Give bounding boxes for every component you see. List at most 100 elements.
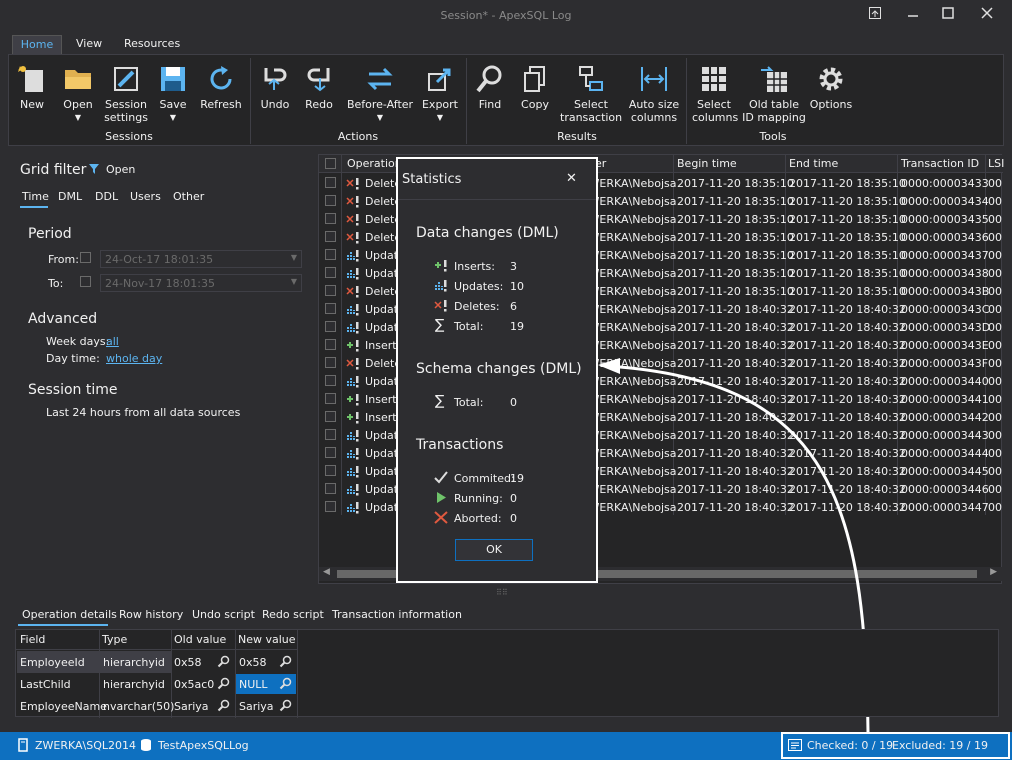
- refresh-button[interactable]: Refresh: [198, 62, 244, 111]
- old-table-id-mapping-button[interactable]: Old table ID mapping: [742, 62, 806, 124]
- row-checkbox[interactable]: [325, 411, 336, 422]
- row-checkbox[interactable]: [325, 231, 336, 242]
- save-button[interactable]: Save ▼: [156, 62, 190, 124]
- row-checkbox[interactable]: [325, 303, 336, 314]
- col-new-value[interactable]: New value: [238, 633, 296, 646]
- filter-open-link[interactable]: Open: [106, 163, 135, 176]
- row-checkbox[interactable]: [325, 483, 336, 494]
- row-checkbox[interactable]: [325, 465, 336, 476]
- filter-tab-dml[interactable]: DML: [58, 190, 82, 203]
- row-checkbox[interactable]: [325, 249, 336, 260]
- cell-transaction-id: 0000:00003436: [901, 231, 989, 244]
- tab-operation-details[interactable]: Operation details: [22, 608, 117, 621]
- dialog-close-icon[interactable]: ✕: [566, 171, 577, 186]
- cell-transaction-id: 0000:00003445: [901, 465, 989, 478]
- week-days-link[interactable]: all: [106, 335, 119, 348]
- row-checkbox[interactable]: [325, 357, 336, 368]
- search-icon[interactable]: [279, 677, 292, 693]
- tab-view[interactable]: View: [76, 35, 102, 55]
- table-row[interactable]: LastChild hierarchyid 0x5ac0 NULL: [16, 673, 298, 695]
- session-time-description: Last 24 hours from all data sources: [46, 406, 241, 419]
- row-checkbox[interactable]: [325, 339, 336, 350]
- cell-lsn: 00: [988, 483, 1002, 496]
- close-icon[interactable]: [976, 6, 998, 26]
- restore-layout-icon[interactable]: [864, 6, 886, 26]
- filter-tab-ddl[interactable]: DDL: [95, 190, 118, 203]
- filter-tab-users[interactable]: Users: [130, 190, 161, 203]
- cell-operation: Insert: [365, 393, 397, 406]
- scroll-right-icon[interactable]: ▶: [990, 567, 997, 577]
- advanced-heading: Advanced: [28, 311, 98, 327]
- tab-resources[interactable]: Resources: [124, 35, 184, 55]
- open-button[interactable]: Open ▼: [58, 62, 98, 124]
- session-settings-button[interactable]: Session settings: [102, 62, 150, 124]
- select-columns-button[interactable]: Select columns: [692, 62, 738, 124]
- tab-row-history[interactable]: Row history: [119, 608, 183, 621]
- col-end-time[interactable]: End time: [789, 157, 838, 170]
- row-checkbox[interactable]: [325, 375, 336, 386]
- tab-transaction-information[interactable]: Transaction information: [332, 608, 462, 621]
- search-icon[interactable]: [217, 655, 230, 671]
- new-button[interactable]: New: [14, 62, 50, 111]
- row-checkbox[interactable]: [325, 195, 336, 206]
- row-checkbox[interactable]: [325, 429, 336, 440]
- filter-tab-other[interactable]: Other: [173, 190, 204, 203]
- dml-heading: Data changes (DML): [416, 225, 559, 241]
- to-checkbox[interactable]: [80, 276, 91, 287]
- to-date-field[interactable]: 24-Nov-17 18:01:35 ▼: [100, 274, 302, 292]
- before-after-icon: [344, 62, 416, 96]
- select-all-checkbox[interactable]: [325, 158, 336, 169]
- search-icon[interactable]: [217, 699, 230, 715]
- minimize-icon[interactable]: [902, 6, 924, 26]
- col-transaction-id[interactable]: Transaction ID: [901, 157, 979, 170]
- search-icon[interactable]: [217, 677, 230, 693]
- cell-begin-time: 2017-11-20 18:35:10: [677, 213, 794, 226]
- table-row[interactable]: EmployeeName nvarchar(50) Sariya Sariya: [16, 695, 298, 717]
- row-checkbox[interactable]: [325, 393, 336, 404]
- cell-operation: Insert: [365, 411, 397, 424]
- row-checkbox[interactable]: [325, 177, 336, 188]
- table-row[interactable]: EmployeeId hierarchyid 0x58 0x58: [16, 651, 298, 673]
- before-after-button[interactable]: Before-After ▼: [344, 62, 416, 124]
- tab-undo-script[interactable]: Undo script: [192, 608, 255, 621]
- cell-lsn: 00: [988, 447, 1002, 460]
- day-time-link[interactable]: whole day: [106, 352, 162, 365]
- row-checkbox[interactable]: [325, 267, 336, 278]
- tab-home[interactable]: Home: [12, 35, 62, 55]
- cell-old-value: Sariya: [174, 700, 209, 713]
- splitter-grip[interactable]: ⠿⠿: [496, 588, 508, 597]
- cell-field: LastChild: [20, 678, 71, 691]
- col-lsn[interactable]: LSI: [988, 157, 1004, 170]
- tab-redo-script[interactable]: Redo script: [262, 608, 324, 621]
- col-operation[interactable]: Operation: [347, 157, 402, 170]
- auto-size-columns-button[interactable]: Auto size columns: [626, 62, 682, 124]
- filter-tab-time[interactable]: Time: [22, 190, 49, 203]
- inserts-label: Inserts:: [454, 260, 495, 273]
- row-checkbox[interactable]: [325, 447, 336, 458]
- search-icon[interactable]: [279, 655, 292, 671]
- redo-button[interactable]: Redo: [300, 62, 338, 111]
- export-button[interactable]: Export ▼: [420, 62, 460, 124]
- row-checkbox[interactable]: [325, 213, 336, 224]
- col-begin-time[interactable]: Begin time: [677, 157, 737, 170]
- scroll-left-icon[interactable]: ◀: [323, 567, 330, 577]
- find-button[interactable]: Find: [472, 62, 508, 111]
- col-field[interactable]: Field: [20, 633, 45, 646]
- row-checkbox[interactable]: [325, 321, 336, 332]
- filter-open-icon[interactable]: [88, 162, 102, 179]
- cell-lsn: 00: [988, 411, 1002, 424]
- copy-button[interactable]: Copy: [516, 62, 554, 111]
- from-date-field[interactable]: 24-Oct-17 18:01:35 ▼: [100, 250, 302, 268]
- row-checkbox[interactable]: [325, 285, 336, 296]
- maximize-icon[interactable]: [937, 6, 959, 26]
- ok-button[interactable]: OK: [455, 539, 533, 561]
- select-transaction-button[interactable]: Select transaction: [560, 62, 622, 124]
- col-type[interactable]: Type: [102, 633, 127, 646]
- undo-button[interactable]: Undo: [256, 62, 294, 111]
- options-button[interactable]: Options: [808, 62, 854, 111]
- from-checkbox[interactable]: [80, 252, 91, 263]
- col-old-value[interactable]: Old value: [174, 633, 226, 646]
- delete-icon: [346, 195, 360, 211]
- row-checkbox[interactable]: [325, 501, 336, 512]
- search-icon[interactable]: [279, 699, 292, 715]
